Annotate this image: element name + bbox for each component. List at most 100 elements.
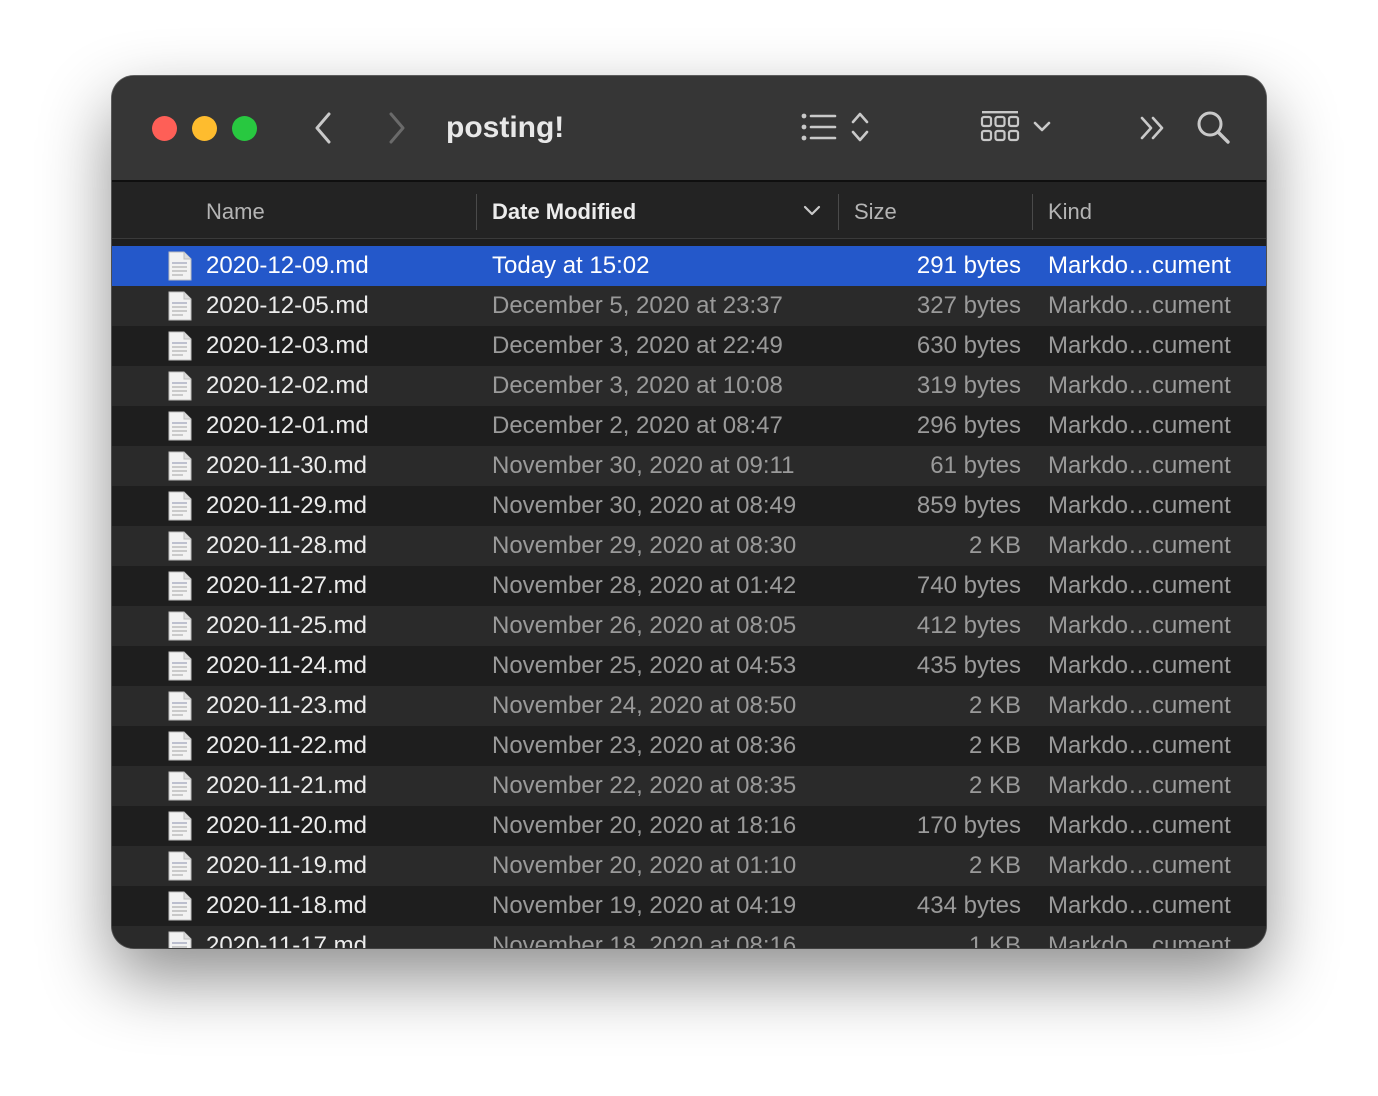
- file-name: 2020-11-18.md: [206, 892, 367, 919]
- file-kind: Markdo…cument: [1048, 852, 1231, 879]
- markdown-file-icon: [168, 291, 192, 321]
- table-row[interactable]: 2020-11-30.md November 30, 2020 at 09:11 6…: [112, 446, 1266, 486]
- table-row[interactable]: 2020-11-20.md November 20, 2020 at 18:16 1…: [112, 806, 1266, 846]
- file-date-modified: November 26, 2020 at 08:05: [492, 612, 797, 639]
- file-name: 2020-12-09.md: [206, 252, 369, 279]
- file-kind: Markdo…cument: [1048, 612, 1231, 639]
- file-date-modified: November 29, 2020 at 08:30: [492, 532, 797, 559]
- file-date-modified: November 25, 2020 at 04:53: [492, 652, 797, 679]
- toolbar: posting!: [112, 76, 1266, 182]
- file-kind: Markdo…cument: [1048, 332, 1231, 359]
- file-size: 740 bytes: [916, 572, 1021, 599]
- search-icon[interactable]: [1196, 110, 1232, 146]
- table-row[interactable]: 2020-11-27.md November 28, 2020 at 01:42 7…: [112, 566, 1266, 606]
- file-size: 2 KB: [968, 852, 1021, 879]
- file-size: 2 KB: [968, 532, 1021, 559]
- file-name: 2020-12-02.md: [206, 372, 369, 399]
- file-size: 412 bytes: [916, 612, 1021, 639]
- file-size: 296 bytes: [916, 412, 1021, 439]
- file-name: 2020-12-05.md: [206, 292, 369, 319]
- file-size: 327 bytes: [916, 292, 1021, 319]
- file-list: 2020-12-09.md Today at 15:02 291 bytes Mark…: [112, 246, 1266, 948]
- zoom-button[interactable]: [232, 116, 257, 141]
- file-size: 434 bytes: [916, 892, 1021, 919]
- file-size: 2 KB: [968, 732, 1021, 759]
- table-row[interactable]: 2020-11-29.md November 30, 2020 at 08:49 8…: [112, 486, 1266, 526]
- table-row[interactable]: 2020-11-18.md November 19, 2020 at 04:19 4…: [112, 886, 1266, 926]
- column-divider[interactable]: [838, 194, 839, 230]
- grid-view-icon[interactable]: [980, 109, 1020, 147]
- file-date-modified: November 30, 2020 at 08:49: [492, 492, 797, 519]
- markdown-file-icon: [168, 331, 192, 361]
- close-button[interactable]: [152, 116, 177, 141]
- markdown-file-icon: [168, 691, 192, 721]
- file-name: 2020-11-30.md: [206, 452, 367, 479]
- column-divider[interactable]: [476, 194, 477, 230]
- markdown-file-icon: [168, 731, 192, 761]
- file-size: 859 bytes: [916, 492, 1021, 519]
- list-view-icon[interactable]: [800, 112, 838, 142]
- table-row[interactable]: 2020-11-28.md November 29, 2020 at 08:30 2…: [112, 526, 1266, 566]
- sort-stepper-icon[interactable]: [850, 110, 870, 144]
- chevron-down-icon[interactable]: [1032, 120, 1052, 134]
- finder-window: posting! Name Date Modified Size Kind 20…: [112, 76, 1266, 948]
- file-name: 2020-11-24.md: [206, 652, 367, 679]
- forward-icon[interactable]: [382, 110, 410, 146]
- file-date-modified: Today at 15:02: [492, 252, 650, 279]
- table-row[interactable]: 2020-11-19.md November 20, 2020 at 01:10 2…: [112, 846, 1266, 886]
- file-name: 2020-11-28.md: [206, 532, 367, 559]
- file-size: 291 bytes: [916, 252, 1021, 279]
- file-date-modified: December 5, 2020 at 23:37: [492, 292, 783, 319]
- file-kind: Markdo…cument: [1048, 372, 1231, 399]
- table-row[interactable]: 2020-12-02.md December 3, 2020 at 10:08 31…: [112, 366, 1266, 406]
- column-header-kind[interactable]: Kind: [1048, 182, 1092, 238]
- window-title: posting!: [446, 111, 565, 144]
- table-row[interactable]: 2020-11-17.md November 18, 2020 at 08:16 1…: [112, 926, 1266, 948]
- markdown-file-icon: [168, 491, 192, 521]
- column-header-size[interactable]: Size: [854, 182, 897, 238]
- file-date-modified: November 28, 2020 at 01:42: [492, 572, 797, 599]
- file-kind: Markdo…cument: [1048, 292, 1231, 319]
- file-date-modified: November 20, 2020 at 18:16: [492, 812, 797, 839]
- file-kind: Markdo…cument: [1048, 892, 1231, 919]
- file-kind: Markdo…cument: [1048, 492, 1231, 519]
- file-date-modified: December 3, 2020 at 10:08: [492, 372, 783, 399]
- markdown-file-icon: [168, 771, 192, 801]
- table-row[interactable]: 2020-11-25.md November 26, 2020 at 08:05 4…: [112, 606, 1266, 646]
- file-size: 1 KB: [968, 932, 1021, 948]
- markdown-file-icon: [168, 451, 192, 481]
- file-size: 170 bytes: [916, 812, 1021, 839]
- table-row[interactable]: 2020-12-05.md December 5, 2020 at 23:37 32…: [112, 286, 1266, 326]
- markdown-file-icon: [168, 531, 192, 561]
- table-row[interactable]: 2020-11-23.md November 24, 2020 at 08:50 2…: [112, 686, 1266, 726]
- file-name: 2020-11-21.md: [206, 772, 367, 799]
- table-row[interactable]: 2020-12-03.md December 3, 2020 at 22:49 63…: [112, 326, 1266, 366]
- column-header-name[interactable]: Name: [206, 182, 265, 238]
- table-row[interactable]: 2020-11-21.md November 22, 2020 at 08:35 2…: [112, 766, 1266, 806]
- column-header-date-modified[interactable]: Date Modified: [492, 182, 636, 238]
- file-size: 630 bytes: [916, 332, 1021, 359]
- table-row[interactable]: 2020-12-09.md Today at 15:02 291 bytes Mark…: [112, 246, 1266, 286]
- file-name: 2020-11-23.md: [206, 692, 367, 719]
- file-kind: Markdo…cument: [1048, 532, 1231, 559]
- file-name: 2020-11-25.md: [206, 612, 367, 639]
- file-name: 2020-12-01.md: [206, 412, 369, 439]
- file-size: 61 bytes: [930, 452, 1021, 479]
- back-icon[interactable]: [310, 110, 338, 146]
- table-row[interactable]: 2020-11-22.md November 23, 2020 at 08:36 2…: [112, 726, 1266, 766]
- markdown-file-icon: [168, 571, 192, 601]
- column-divider[interactable]: [1032, 194, 1033, 230]
- more-icon[interactable]: [1138, 114, 1168, 142]
- markdown-file-icon: [168, 251, 192, 281]
- minimize-button[interactable]: [192, 116, 217, 141]
- file-kind: Markdo…cument: [1048, 732, 1231, 759]
- file-kind: Markdo…cument: [1048, 932, 1231, 948]
- file-kind: Markdo…cument: [1048, 812, 1231, 839]
- table-row[interactable]: 2020-11-24.md November 25, 2020 at 04:53 4…: [112, 646, 1266, 686]
- file-kind: Markdo…cument: [1048, 452, 1231, 479]
- file-name: 2020-11-27.md: [206, 572, 367, 599]
- markdown-file-icon: [168, 371, 192, 401]
- sort-descending-icon: [802, 204, 822, 218]
- table-row[interactable]: 2020-12-01.md December 2, 2020 at 08:47 29…: [112, 406, 1266, 446]
- file-name: 2020-11-22.md: [206, 732, 367, 759]
